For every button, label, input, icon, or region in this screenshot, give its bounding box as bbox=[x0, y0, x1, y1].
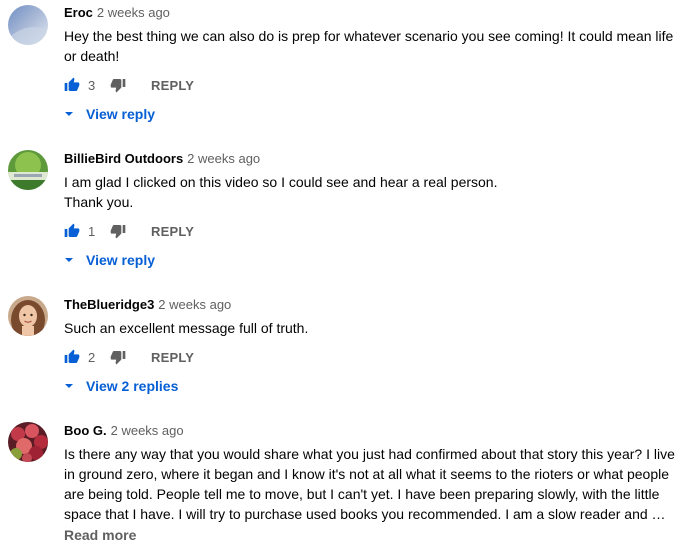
thumbs-up-icon[interactable] bbox=[64, 223, 80, 239]
caret-down-icon bbox=[65, 384, 73, 388]
comment-time[interactable]: 2 weeks ago bbox=[187, 151, 260, 166]
comment-time[interactable]: 2 weeks ago bbox=[97, 5, 170, 20]
thumbs-down-icon[interactable] bbox=[110, 77, 126, 93]
reply-button[interactable]: REPLY bbox=[151, 77, 194, 95]
comment-text: Such an excellent message full of truth. bbox=[64, 318, 679, 338]
comment-text-line: Thank you. bbox=[64, 194, 134, 210]
avatar[interactable] bbox=[8, 296, 48, 336]
comment-actions: 3 REPLY bbox=[64, 77, 264, 95]
avatar-image bbox=[8, 422, 48, 462]
avatar[interactable] bbox=[8, 422, 48, 462]
comment-text-line: Such an excellent message full of truth. bbox=[64, 320, 309, 336]
author-name[interactable]: BillieBird Outdoors bbox=[64, 151, 183, 166]
comment-text-line: in ground zero, where it began and I kno… bbox=[64, 466, 670, 482]
view-replies-label: View reply bbox=[86, 252, 156, 268]
avatar[interactable] bbox=[8, 5, 48, 45]
comment-text-line: are being told. People tell me to move, … bbox=[64, 486, 660, 502]
comment-text-line: Hey the best thing we can also do is pre… bbox=[64, 28, 674, 44]
comment-time[interactable]: 2 weeks ago bbox=[158, 297, 231, 312]
comment-thread: BillieBird Outdoors 2 weeks ago I am glad… bbox=[0, 146, 689, 286]
comment-header: Boo G. 2 weeks ago bbox=[64, 422, 184, 440]
read-more-button[interactable]: Read more bbox=[64, 525, 136, 545]
like-count: 3 bbox=[88, 78, 96, 93]
avatar-image bbox=[8, 296, 48, 336]
reply-button[interactable]: REPLY bbox=[151, 223, 194, 241]
thumbs-down-icon[interactable] bbox=[110, 223, 126, 239]
caret-down-icon bbox=[65, 258, 73, 262]
comment-text: Is there any way that you would share wh… bbox=[64, 444, 679, 524]
view-replies-label: View 2 replies bbox=[86, 378, 179, 394]
comment-header: TheBlueridge3 2 weeks ago bbox=[64, 296, 231, 314]
view-replies-button[interactable]: View 2 replies bbox=[64, 376, 224, 396]
view-replies-button[interactable]: View reply bbox=[64, 104, 204, 124]
comment-time[interactable]: 2 weeks ago bbox=[111, 423, 184, 438]
caret-down-icon bbox=[65, 112, 73, 116]
view-replies-label: View reply bbox=[86, 106, 156, 122]
thumbs-up-icon[interactable] bbox=[64, 349, 80, 365]
like-count: 1 bbox=[88, 224, 96, 239]
comment-header: Eroc 2 weeks ago bbox=[64, 4, 170, 22]
comment-text-line: I am glad I clicked on this video so I c… bbox=[64, 174, 498, 190]
comment-header: BillieBird Outdoors 2 weeks ago bbox=[64, 150, 260, 168]
view-replies-button[interactable]: View reply bbox=[64, 250, 204, 270]
author-name[interactable]: Boo G. bbox=[64, 423, 107, 438]
like-count: 2 bbox=[88, 350, 96, 365]
comment-actions: 2 REPLY bbox=[64, 349, 264, 367]
comment-text-line: space that I have. I will try to purchas… bbox=[64, 506, 666, 522]
avatar-image bbox=[8, 150, 48, 190]
avatar[interactable] bbox=[8, 150, 48, 190]
comment-thread: TheBlueridge3 2 weeks ago Such an excelle… bbox=[0, 292, 689, 412]
comment-text: I am glad I clicked on this video so I c… bbox=[64, 172, 679, 212]
comment-text: Hey the best thing we can also do is pre… bbox=[64, 26, 679, 66]
reply-button[interactable]: REPLY bbox=[151, 349, 194, 367]
comment-actions: 1 REPLY bbox=[64, 223, 264, 241]
author-name[interactable]: Eroc bbox=[64, 5, 93, 20]
comment-text-line: Is there any way that you would share wh… bbox=[64, 446, 675, 462]
comment-thread: Eroc 2 weeks ago Hey the best thing we ca… bbox=[0, 0, 689, 140]
comment-text-line: or death! bbox=[64, 48, 120, 64]
thumbs-up-icon[interactable] bbox=[64, 77, 80, 93]
avatar-image bbox=[8, 5, 48, 45]
comment-thread: Boo G. 2 weeks ago Is there any way that … bbox=[0, 418, 689, 555]
author-name[interactable]: TheBlueridge3 bbox=[64, 297, 154, 312]
thumbs-down-icon[interactable] bbox=[110, 349, 126, 365]
